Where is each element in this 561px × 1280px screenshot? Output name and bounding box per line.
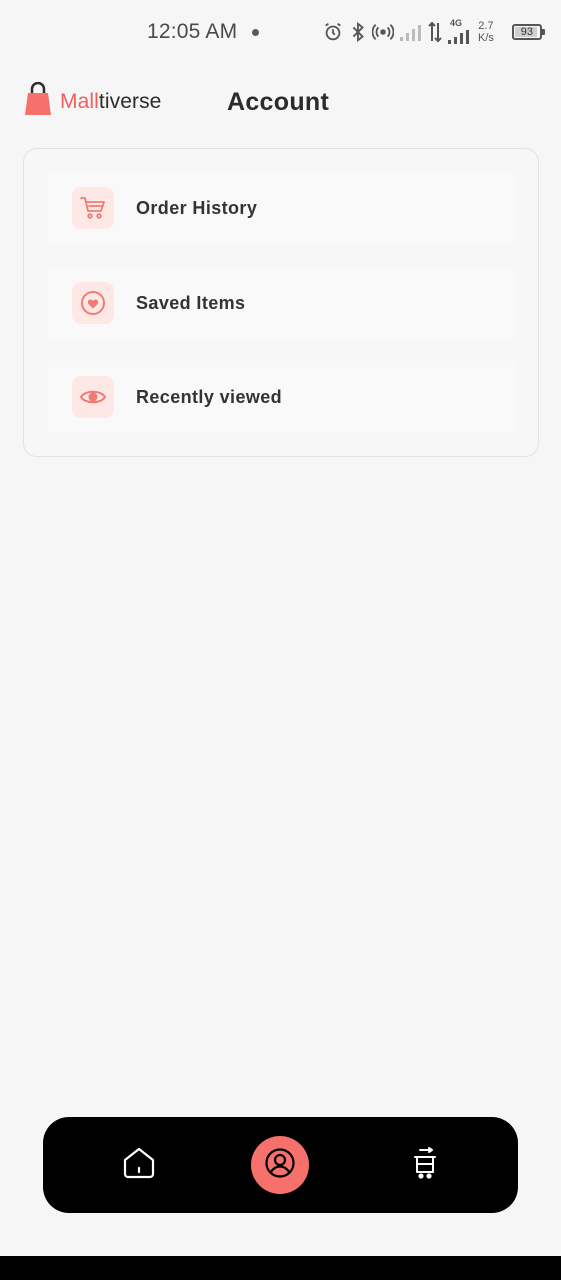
home-icon: [122, 1146, 156, 1185]
net-speed: 2.7 K/s: [478, 20, 494, 44]
heart-icon: [72, 282, 114, 324]
menu-item-recently-viewed[interactable]: Recently viewed: [47, 361, 515, 433]
brand-name: Malltiverse: [60, 90, 161, 114]
cart-icon: [72, 187, 114, 229]
menu-item-label: Saved Items: [136, 292, 246, 313]
account-screen: 12:05 AM 4G 2.7 K/s 93 Malltiverse Accou…: [0, 0, 561, 1280]
menu-item-label: Order History: [136, 197, 258, 218]
bottom-nav: [43, 1117, 518, 1213]
alarm-icon: [322, 21, 344, 43]
battery-icon: 93: [511, 24, 545, 40]
system-navigation-bar: [0, 1256, 561, 1280]
status-bar: 12:05 AM 4G 2.7 K/s 93: [0, 0, 561, 64]
network-type: 4G: [450, 18, 463, 28]
status-time: 12:05 AM: [147, 20, 238, 43]
nav-cart-button[interactable]: [407, 1146, 443, 1184]
signal-4g-icon: 4G: [448, 18, 470, 44]
nav-account-button[interactable]: [251, 1136, 309, 1194]
cart-transfer-icon: [412, 1146, 438, 1184]
signal-icon: [400, 23, 422, 41]
account-menu-card: Order History Saved Items Recently viewe…: [23, 148, 539, 457]
user-icon: [264, 1147, 296, 1184]
menu-item-label: Recently viewed: [136, 386, 283, 407]
battery-percent: 93: [520, 26, 534, 38]
shopping-bag-icon: [24, 81, 52, 121]
brand-name-part2: tiverse: [98, 89, 162, 113]
brand-name-part1: Mall: [60, 89, 99, 113]
hotspot-icon: [372, 23, 394, 41]
brand-logo[interactable]: Malltiverse: [24, 81, 161, 121]
notification-dot: [252, 29, 259, 36]
menu-item-order-history[interactable]: Order History: [47, 172, 515, 244]
app-header: Malltiverse Account: [0, 72, 561, 132]
menu-item-saved-items[interactable]: Saved Items: [47, 267, 515, 339]
net-speed-unit: K/s: [478, 32, 494, 44]
bluetooth-icon: [350, 21, 366, 43]
data-arrows-icon: [428, 21, 442, 43]
net-speed-value: 2.7: [478, 20, 494, 32]
page-title: Account: [227, 88, 330, 116]
nav-home-button[interactable]: [121, 1147, 157, 1183]
status-icons: 4G 2.7 K/s 93: [322, 16, 545, 48]
eye-icon: [72, 376, 114, 418]
